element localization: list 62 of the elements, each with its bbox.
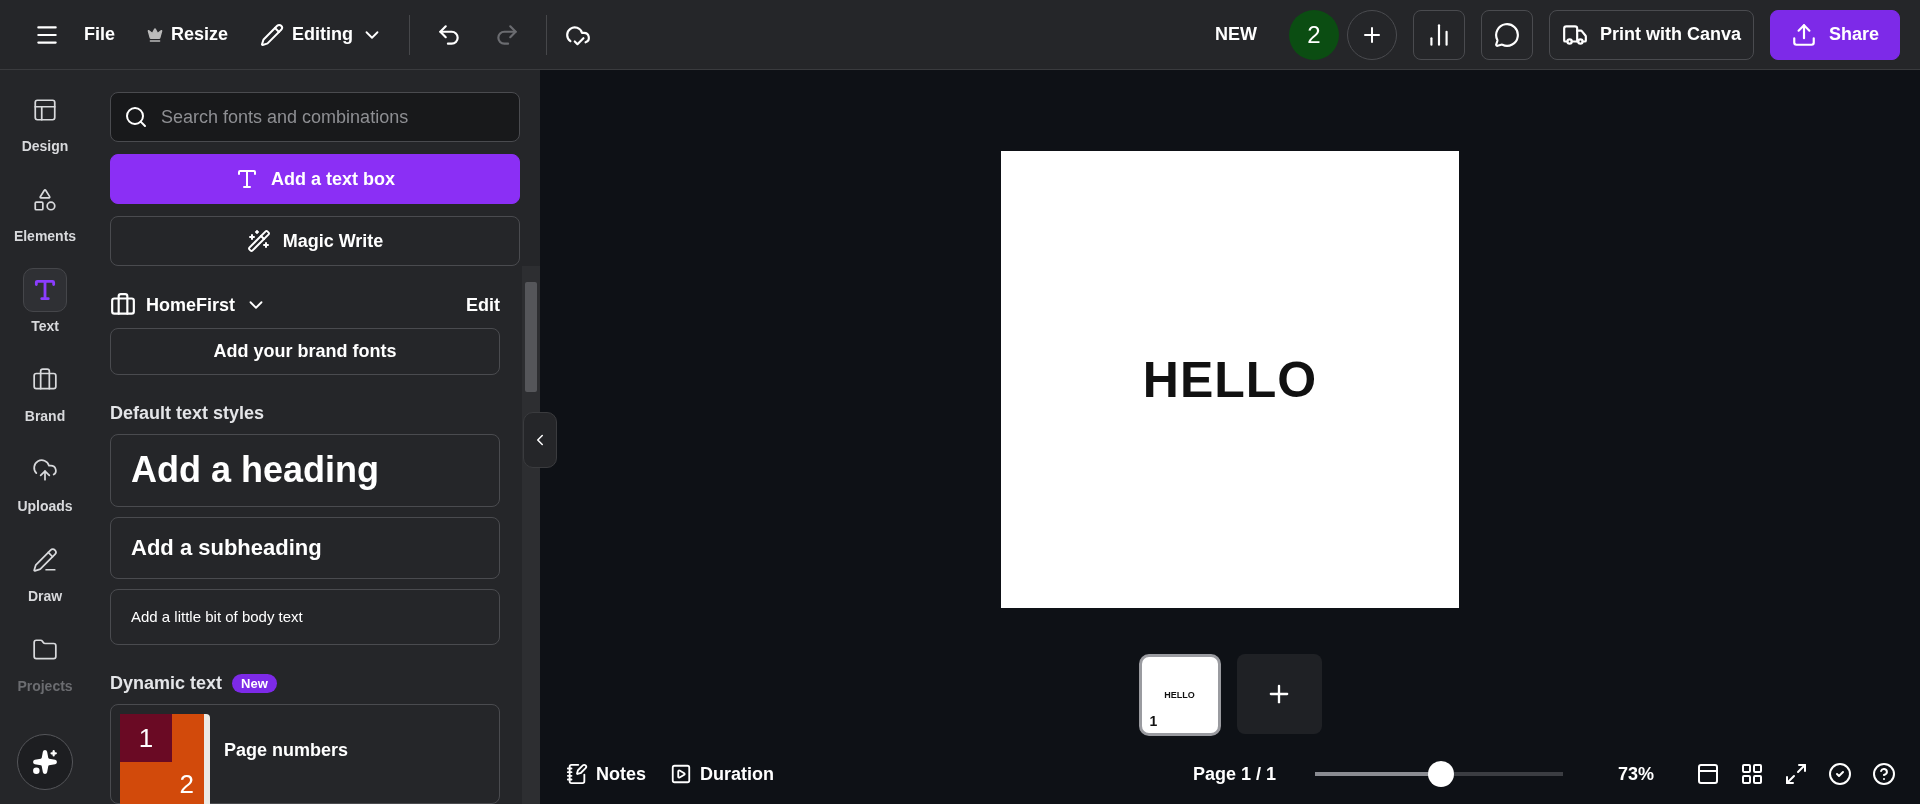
subheading-style-button[interactable]: Add a subheading: [110, 516, 500, 579]
speech-bubble-icon: [1493, 21, 1520, 48]
body-style-button[interactable]: Add a little bit of body text: [110, 588, 500, 645]
sidebar-item[interactable]: Brand: [5, 358, 85, 424]
insights-button[interactable]: [1412, 9, 1465, 60]
design-title[interactable]: NEW: [1214, 24, 1257, 45]
check-icon: [1828, 762, 1852, 786]
page-indicator[interactable]: Page 1 / 1: [1192, 763, 1276, 785]
magic-wand-icon: [246, 229, 271, 253]
upload-icon: [1790, 21, 1817, 48]
print-button[interactable]: Print with Canva: [1548, 9, 1754, 60]
uploads-icon: [32, 457, 58, 483]
grid-icon: [1740, 762, 1764, 786]
sidebar-item[interactable]: Uploads: [5, 448, 85, 514]
page-numbers-card[interactable]: 1 2 Page numbers: [110, 704, 500, 804]
magic-button[interactable]: [17, 734, 73, 790]
design-icon: [32, 97, 58, 123]
text-icon: [235, 167, 259, 191]
projects-icon: [32, 637, 58, 663]
resize-menu-button[interactable]: Resize: [135, 16, 241, 53]
notes-button[interactable]: Notes: [560, 759, 652, 789]
panel-icon: [1696, 762, 1720, 786]
page-thumbnail[interactable]: HELLO 1: [1138, 654, 1221, 736]
new-badge: New: [232, 674, 277, 693]
crown-icon: [147, 26, 163, 43]
editing-mode-button[interactable]: Editing: [248, 14, 396, 55]
add-text-box-button[interactable]: Add a text box: [110, 154, 520, 204]
canvas-text[interactable]: HELLO: [1142, 350, 1318, 409]
draw-icon: [32, 547, 58, 573]
page-number: 1: [1149, 713, 1158, 729]
zoom-slider-thumb[interactable]: [1428, 761, 1455, 787]
thumbnail-text: HELLO: [1164, 690, 1195, 700]
text-icon: [32, 277, 58, 303]
sidebar-item[interactable]: Design: [5, 88, 85, 154]
help-circle-icon: [1872, 762, 1896, 786]
notes-icon: [566, 763, 588, 785]
search-icon: [124, 105, 148, 129]
expand-icon: [1784, 762, 1808, 786]
sidebar-item[interactable]: Elements: [5, 178, 85, 244]
comments-button[interactable]: [1480, 9, 1533, 60]
sidebar-item[interactable]: Draw: [5, 538, 85, 604]
section-title: Dynamic text: [110, 673, 223, 694]
file-menu-button[interactable]: File: [72, 16, 127, 53]
zoom-percentage[interactable]: 73%: [1617, 763, 1654, 785]
heading-style-button[interactable]: Add a heading: [110, 433, 500, 507]
duration-button[interactable]: Duration: [664, 759, 780, 789]
page-numbers-preview: 1 2: [120, 714, 210, 804]
section-title: Default text styles: [110, 402, 265, 424]
design-page[interactable]: HELLO: [1001, 151, 1459, 608]
play-icon: [670, 763, 692, 785]
edit-link[interactable]: Edit: [466, 294, 500, 316]
collaborator-avatar[interactable]: 2: [1288, 9, 1339, 60]
magic-write-button[interactable]: Magic Write: [110, 216, 520, 266]
share-button[interactable]: Share: [1769, 9, 1900, 60]
add-brand-fonts-button[interactable]: Add your brand fonts: [110, 328, 500, 375]
pencil-icon: [260, 22, 285, 47]
search-field[interactable]: Search fonts and combinations: [110, 92, 520, 142]
sparkles-icon: [32, 749, 58, 775]
scrollbar[interactable]: [522, 266, 540, 804]
elements-icon: [32, 187, 58, 213]
sidebar-item[interactable]: Text: [5, 268, 85, 334]
brand-kit-name[interactable]: HomeFirst: [146, 294, 235, 316]
